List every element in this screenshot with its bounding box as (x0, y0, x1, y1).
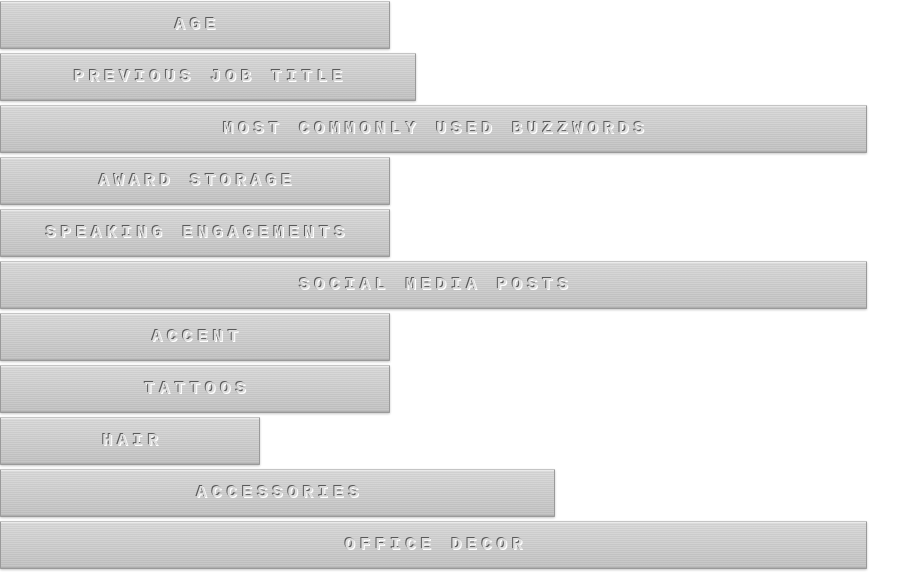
bar-label: SPEAKING ENGAGEMENTS (45, 223, 350, 243)
bar-label: ACCESSORIES (196, 483, 364, 503)
bar-label: AGE (174, 15, 221, 35)
bar: AWARD STORAGE (0, 157, 390, 205)
bar-label: PREVIOUS JOB TITLE (73, 67, 348, 87)
bar: SPEAKING ENGAGEMENTS (0, 209, 390, 257)
bar: TATTOOS (0, 365, 390, 413)
bar-label: ACCENT (151, 327, 244, 347)
bar-label: SOCIAL MEDIA POSTS (299, 275, 573, 295)
bar: MOST COMMONLY USED BUZZWORDS (0, 105, 867, 153)
bar: SOCIAL MEDIA POSTS (0, 261, 867, 309)
bar: HAIR (0, 417, 260, 465)
bar: PREVIOUS JOB TITLE (0, 53, 416, 101)
bar: ACCESSORIES (0, 469, 555, 517)
bar-label: TATTOOS (144, 379, 251, 399)
bar: OFFICE DECOR (0, 521, 867, 569)
bar: AGE (0, 1, 390, 49)
bar-label: AWARD STORAGE (98, 171, 297, 191)
bar: ACCENT (0, 313, 390, 361)
bar-label: HAIR (102, 431, 163, 451)
bar-label: MOST COMMONLY USED BUZZWORDS (223, 119, 649, 139)
bar-chart: AGE PREVIOUS JOB TITLE MOST COMMONLY USED … (0, 0, 920, 572)
bar-label: OFFICE DECOR (344, 535, 528, 555)
